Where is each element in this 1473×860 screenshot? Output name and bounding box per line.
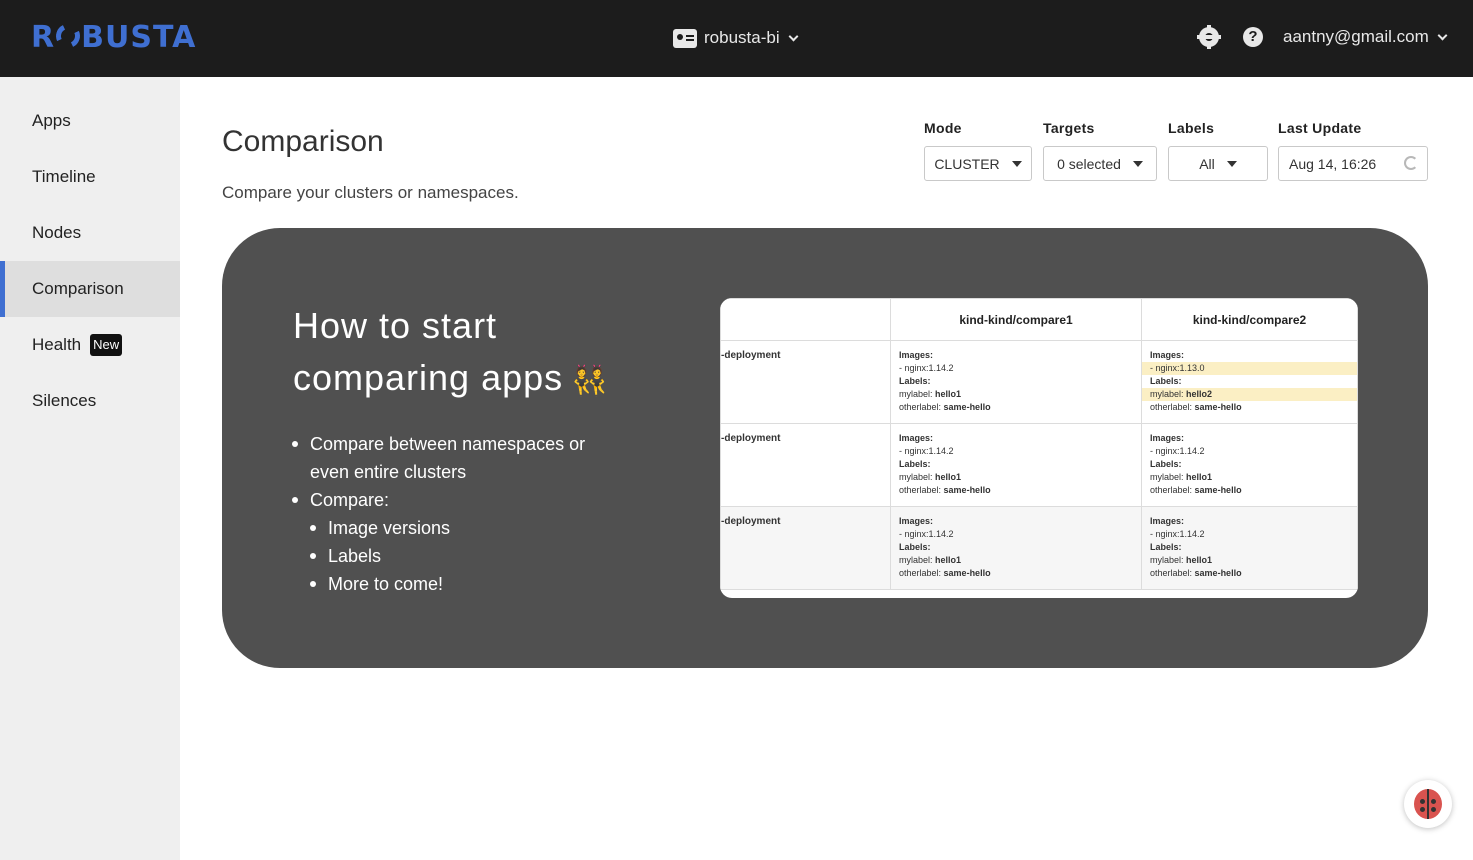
user-email: aantny@gmail.com (1283, 27, 1429, 46)
caret-down-icon (1011, 160, 1022, 167)
help-icon[interactable]: ? (1243, 27, 1263, 47)
row-name: -deployment (720, 423, 891, 507)
ladybug-icon (1414, 789, 1442, 819)
sidebar-item-nodes[interactable]: Nodes (0, 205, 180, 261)
table-row: -deployment Images: - nginx:1.14.2 Label… (720, 506, 1358, 590)
list-item-continuation: even entire clusters (310, 462, 467, 482)
page-title: Comparison (222, 125, 384, 158)
table-header: kind-kind/compare2 (1141, 298, 1358, 341)
mode-select[interactable]: CLUSTER (924, 146, 1032, 181)
table-cell: Images: - nginx:1.14.2 Labels: mylabel: … (890, 340, 1142, 424)
account-selector[interactable]: robusta-bi (673, 26, 799, 50)
last-update-value: Aug 14, 16:26 (1289, 155, 1377, 172)
caret-down-icon (1226, 160, 1237, 167)
list-item: Image versions (309, 514, 585, 542)
account-name: robusta-bi (704, 28, 780, 47)
banner-title-line2: comparing apps 👯 (293, 352, 653, 407)
table-header (720, 298, 891, 341)
chevron-down-icon (1437, 30, 1448, 40)
comparison-preview: kind-kind/compare1 kind-kind/compare2 -d… (720, 298, 1358, 598)
table-row: -deployment Images: - nginx:1.14.2 Label… (720, 423, 1358, 507)
table-header: kind-kind/compare1 (890, 298, 1142, 341)
sidebar-item-label: Health (32, 335, 82, 354)
page-subtitle: Compare your clusters or namespaces. (222, 183, 519, 202)
table-cell: Images: - nginx:1.13.0 Labels: mylabel: … (1141, 340, 1358, 424)
targets-select[interactable]: 0 selected (1043, 146, 1157, 181)
last-update-label: Last Update (1278, 120, 1362, 136)
banner-title: How to start comparing apps 👯 (293, 300, 653, 407)
last-update-field[interactable]: Aug 14, 16:26 (1278, 146, 1428, 181)
banner-title-line1: How to start (293, 305, 498, 346)
sidebar-item-comparison[interactable]: Comparison (0, 261, 180, 317)
sidebar-item-silences[interactable]: Silences (0, 373, 180, 429)
table-cell: Images: - nginx:1.14.2 Labels: mylabel: … (890, 506, 1142, 590)
top-bar: R BUSTA robusta-bi ? aantny@gmail.com (0, 0, 1473, 77)
targets-value: 0 selected (1057, 155, 1121, 172)
sidebar-item-apps[interactable]: Apps (0, 93, 180, 149)
labels-value: All (1199, 155, 1215, 172)
logo-ring-icon (52, 20, 84, 52)
ladybug-feedback-button[interactable] (1404, 780, 1452, 828)
labels-label: Labels (1168, 120, 1215, 136)
diff-highlight: - nginx:1.13.0 (1142, 362, 1357, 375)
onboarding-banner: How to start comparing apps 👯 Compare bet… (222, 228, 1428, 668)
table-row: -deployment Images: - nginx:1.14.2 Label… (720, 340, 1358, 424)
preview-table: kind-kind/compare1 kind-kind/compare2 -d… (720, 298, 1358, 590)
diff-highlight: mylabel: hello2 (1142, 388, 1357, 401)
sidebar-item-label: Timeline (32, 167, 96, 186)
sidebar-item-label: Nodes (32, 223, 82, 242)
sidebar-item-label: Silences (32, 391, 97, 410)
sidebar-item-label: Comparison (32, 279, 124, 298)
dancers-emoji-icon: 👯 (571, 364, 610, 397)
list-item: More to come! (309, 570, 585, 598)
sidebar-item-label: Apps (32, 111, 71, 130)
mode-label: Mode (924, 120, 962, 136)
feature-list: Compare between namespaces or even entir… (291, 430, 585, 598)
table-cell: Images: - nginx:1.14.2 Labels: mylabel: … (1141, 506, 1358, 590)
robusta-logo[interactable]: R BUSTA (31, 20, 196, 56)
mode-value: CLUSTER (934, 155, 1000, 172)
refresh-icon[interactable] (1404, 156, 1418, 170)
user-menu[interactable]: aantny@gmail.com (1283, 27, 1448, 47)
list-item: Compare between namespaces or (291, 430, 585, 458)
gear-icon[interactable] (1197, 27, 1221, 47)
id-card-icon (673, 28, 697, 48)
table-cell: Images: - nginx:1.14.2 Labels: mylabel: … (890, 423, 1142, 507)
table-cell: Images: - nginx:1.14.2 Labels: mylabel: … (1141, 423, 1358, 507)
row-name: -deployment (720, 340, 891, 424)
new-badge: New (90, 334, 123, 356)
caret-down-icon (1132, 160, 1143, 167)
labels-select[interactable]: All (1168, 146, 1268, 181)
sidebar: Apps Timeline Nodes Comparison Health Ne… (0, 77, 180, 860)
chevron-down-icon (788, 31, 799, 41)
list-item: Compare: (291, 486, 585, 514)
sidebar-item-health[interactable]: Health New (0, 317, 180, 373)
list-item: Labels (309, 542, 585, 570)
row-name: -deployment (720, 506, 891, 590)
banner-title-line2-text: comparing apps (293, 357, 564, 398)
targets-label: Targets (1043, 120, 1095, 136)
sidebar-item-timeline[interactable]: Timeline (0, 149, 180, 205)
